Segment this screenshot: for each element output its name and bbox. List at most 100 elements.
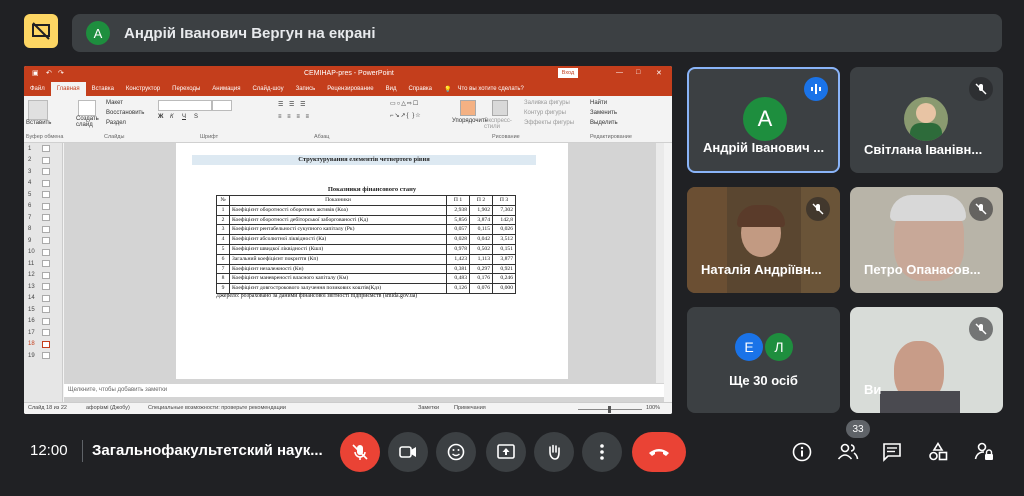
- stop-presenting-button[interactable]: [24, 14, 58, 48]
- slide-thumbnail[interactable]: 1: [24, 143, 62, 155]
- replace-button[interactable]: Заменить: [590, 110, 617, 116]
- minimize-icon[interactable]: —: [616, 69, 623, 76]
- slide-scrollbar[interactable]: [656, 143, 664, 383]
- participant-tile[interactable]: Наталія Андріївн...: [687, 187, 840, 293]
- tab-review[interactable]: Рецензирование: [321, 86, 379, 92]
- slide-thumbnail[interactable]: 5: [24, 189, 62, 201]
- tab-help[interactable]: Справка: [402, 86, 438, 92]
- bold-icon[interactable]: Ж: [158, 114, 163, 120]
- status-author: афорізмі (Джобу): [86, 405, 130, 411]
- arrange-icon[interactable]: [460, 100, 476, 116]
- chat-button[interactable]: [872, 432, 912, 472]
- more-options-button[interactable]: [582, 432, 622, 472]
- participant-tile[interactable]: Світлана Іванівн...: [850, 67, 1003, 173]
- slide-thumbnail[interactable]: 2: [24, 155, 62, 167]
- notes-button[interactable]: Заметки: [418, 405, 439, 411]
- group-slides-label: Слайды: [104, 134, 125, 140]
- quick-styles-button[interactable]: Экспресс-стили: [484, 118, 514, 130]
- meeting-time: 12:00: [30, 442, 68, 459]
- slide-thumbnail[interactable]: 16: [24, 316, 62, 328]
- tab-design[interactable]: Конструктор: [120, 86, 166, 92]
- shapes-gallery-icon-2[interactable]: ⌐↘↗{ }☆: [390, 112, 422, 119]
- layout-button[interactable]: Макет: [106, 100, 123, 106]
- current-slide[interactable]: Структурування елементів четвертого рівн…: [176, 143, 568, 379]
- slide-thumbnail[interactable]: 7: [24, 212, 62, 224]
- reset-button[interactable]: Восстановить: [106, 110, 144, 116]
- slide-thumbnail[interactable]: 10: [24, 247, 62, 259]
- shape-fill-button[interactable]: Заливка фигуры: [524, 100, 570, 106]
- camera-toggle-button[interactable]: [388, 432, 428, 472]
- align-icon[interactable]: ≡ ≡ ≡ ≡: [278, 114, 311, 120]
- shapes-gallery-icon[interactable]: ▭○△⇨☐: [390, 100, 419, 107]
- host-controls-button[interactable]: [964, 432, 1004, 472]
- slide-thumbnail[interactable]: 14: [24, 293, 62, 305]
- tell-me-input[interactable]: Что вы хотите сделать?: [458, 86, 530, 92]
- mic-toggle-button[interactable]: [340, 432, 380, 472]
- activities-button[interactable]: [918, 432, 958, 472]
- slide-thumbnail[interactable]: 9: [24, 235, 62, 247]
- select-button[interactable]: Выделить: [590, 120, 618, 126]
- tab-file[interactable]: Файл: [24, 86, 51, 92]
- font-size-input[interactable]: [212, 100, 232, 111]
- new-slide-button[interactable]: Создать слайд: [76, 116, 100, 128]
- tab-transitions[interactable]: Переходы: [166, 86, 206, 92]
- more-participants-tile[interactable]: Е Л Ще 30 осіб: [687, 307, 840, 413]
- save-icon[interactable]: ▣: [32, 69, 39, 77]
- quick-styles-icon[interactable]: [492, 100, 508, 116]
- tab-slideshow[interactable]: Слайд-шоу: [246, 86, 289, 92]
- slide-thumbnail-preview: [42, 271, 50, 279]
- slide-thumbnail[interactable]: 12: [24, 270, 62, 282]
- close-icon[interactable]: ✕: [656, 69, 662, 77]
- comments-button[interactable]: Примечания: [454, 405, 486, 411]
- notes-pane[interactable]: Щелкните, чтобы добавить заметки: [64, 384, 664, 397]
- find-button[interactable]: Найти: [590, 100, 607, 106]
- undo-icon[interactable]: ↶: [46, 69, 52, 77]
- section-button[interactable]: Раздел: [106, 120, 126, 126]
- people-button[interactable]: [828, 432, 868, 472]
- italic-icon[interactable]: К: [170, 114, 174, 120]
- info-icon: [792, 442, 812, 462]
- slide-thumbnail[interactable]: 11: [24, 258, 62, 270]
- tab-animations[interactable]: Анимация: [206, 86, 246, 92]
- paste-button[interactable]: Вставить: [26, 120, 51, 126]
- accessibility-status[interactable]: Специальные возможности: проверьте реком…: [148, 405, 286, 411]
- tab-record[interactable]: Запись: [290, 86, 322, 92]
- tab-insert[interactable]: Вставка: [86, 86, 120, 92]
- slide-thumbnail-preview: [42, 306, 50, 314]
- slide-thumbnail[interactable]: 15: [24, 304, 62, 316]
- slide-thumbnail[interactable]: 3: [24, 166, 62, 178]
- tab-home[interactable]: Главная: [50, 82, 86, 96]
- table-cell: 142,8: [492, 214, 516, 226]
- shape-outline-button[interactable]: Контур фигуры: [524, 110, 566, 116]
- raise-hand-button[interactable]: [534, 432, 574, 472]
- underline-icon[interactable]: Ч: [182, 114, 186, 120]
- participant-tile[interactable]: Петро Опанасов...: [850, 187, 1003, 293]
- login-button[interactable]: Вход: [558, 68, 578, 78]
- slide-thumbnail[interactable]: 19: [24, 350, 62, 362]
- zoom-handle[interactable]: [608, 406, 611, 413]
- leave-call-button[interactable]: [632, 432, 686, 472]
- participant-tile[interactable]: А Андрій Іванович ...: [687, 67, 840, 173]
- bullets-icon[interactable]: ☰ ☰ ☰: [278, 101, 307, 108]
- arrange-button[interactable]: Упорядочить: [452, 118, 488, 124]
- paste-icon[interactable]: [28, 100, 48, 120]
- reactions-button[interactable]: [436, 432, 476, 472]
- slide-thumbnail[interactable]: 18: [24, 339, 62, 351]
- redo-icon[interactable]: ↷: [58, 69, 64, 77]
- new-slide-icon[interactable]: [78, 100, 96, 116]
- font-name-input[interactable]: [158, 100, 212, 111]
- table-cell: 0,176: [469, 273, 493, 285]
- maximize-icon[interactable]: □: [636, 69, 640, 76]
- slide-thumbnail[interactable]: 4: [24, 178, 62, 190]
- self-tile[interactable]: Ви: [850, 307, 1003, 413]
- slide-thumbnail[interactable]: 8: [24, 224, 62, 236]
- meeting-info-button[interactable]: [782, 432, 822, 472]
- tab-view[interactable]: Вид: [380, 86, 403, 92]
- present-button[interactable]: [486, 432, 526, 472]
- slide-thumbnail[interactable]: 13: [24, 281, 62, 293]
- slide-thumbnail[interactable]: 17: [24, 327, 62, 339]
- strike-icon[interactable]: S: [194, 114, 198, 120]
- table-header: П 3: [492, 195, 516, 206]
- slide-thumbnail[interactable]: 6: [24, 201, 62, 213]
- shape-effects-button[interactable]: Эффекты фигуры: [524, 120, 574, 126]
